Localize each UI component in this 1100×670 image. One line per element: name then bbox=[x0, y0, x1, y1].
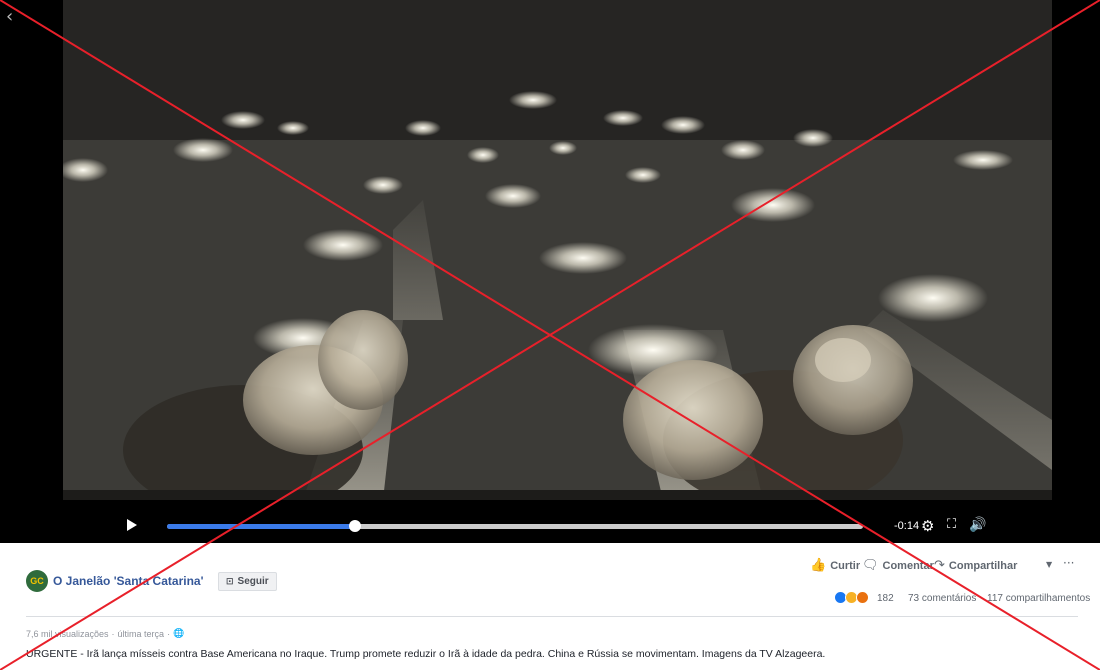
fullscreen-icon[interactable]: ⛶ bbox=[947, 517, 956, 532]
post-date[interactable]: última terça bbox=[118, 629, 165, 639]
volume-icon[interactable]: 🔊 bbox=[969, 517, 986, 533]
back-arrow-icon[interactable]: ‹ bbox=[6, 6, 13, 27]
meta-separator: · bbox=[167, 629, 171, 639]
progress-handle[interactable] bbox=[348, 520, 361, 532]
video-player[interactable]: ‹ -0:14 ⚙ ⛶ 🔊 bbox=[0, 0, 1100, 543]
share-label: Compartilhar bbox=[948, 559, 1018, 572]
comment-icon: 🗨 bbox=[862, 558, 879, 573]
follow-button[interactable]: ⊡ Seguir bbox=[218, 572, 277, 591]
shares-count[interactable]: 117 compartilhamentos bbox=[987, 593, 1090, 604]
divider bbox=[26, 616, 1078, 617]
share-icon: ↷ bbox=[934, 558, 945, 573]
comments-count[interactable]: 73 comentários bbox=[908, 593, 976, 604]
like-button[interactable]: 👍 Curtir bbox=[810, 558, 860, 573]
thumbs-up-icon: 👍 bbox=[810, 558, 827, 573]
page-name-link[interactable]: O Janelão 'Santa Catarina' bbox=[53, 574, 203, 588]
follow-label: Seguir bbox=[237, 576, 269, 587]
meta-separator: · bbox=[111, 629, 115, 639]
page-avatar[interactable]: GC bbox=[26, 570, 48, 592]
time-remaining: -0:14 bbox=[894, 520, 920, 532]
reactions-count[interactable]: 182 bbox=[877, 593, 894, 604]
share-button[interactable]: ↷ Compartilhar bbox=[934, 558, 1017, 573]
play-icon[interactable] bbox=[127, 519, 137, 531]
views-count: 7,6 mil visualizações bbox=[26, 629, 109, 639]
post-caption: URGENTE - Irã lança mísseis contra Base … bbox=[26, 648, 826, 660]
chevron-down-icon[interactable]: ▼ bbox=[1046, 560, 1052, 569]
like-label: Curtir bbox=[830, 559, 861, 572]
post-meta: 7,6 mil visualizações · última terça · 🌐 bbox=[26, 629, 184, 639]
video-frame[interactable] bbox=[63, 0, 1052, 500]
missile-launch-scene bbox=[63, 0, 1052, 500]
more-options-icon[interactable]: ··· bbox=[1063, 556, 1074, 570]
follow-icon: ⊡ bbox=[226, 576, 234, 587]
video-controls: -0:14 ⚙ ⛶ 🔊 bbox=[63, 505, 1052, 543]
reactions-summary[interactable] bbox=[834, 591, 869, 604]
gear-icon[interactable]: ⚙ bbox=[921, 517, 934, 535]
wow-reaction-icon bbox=[856, 591, 869, 604]
progress-fill bbox=[167, 524, 355, 529]
globe-icon: 🌐 bbox=[173, 629, 185, 639]
progress-bar[interactable] bbox=[167, 520, 863, 532]
comment-button[interactable]: 🗨 Comentar bbox=[862, 558, 934, 573]
comment-label: Comentar bbox=[882, 559, 934, 572]
